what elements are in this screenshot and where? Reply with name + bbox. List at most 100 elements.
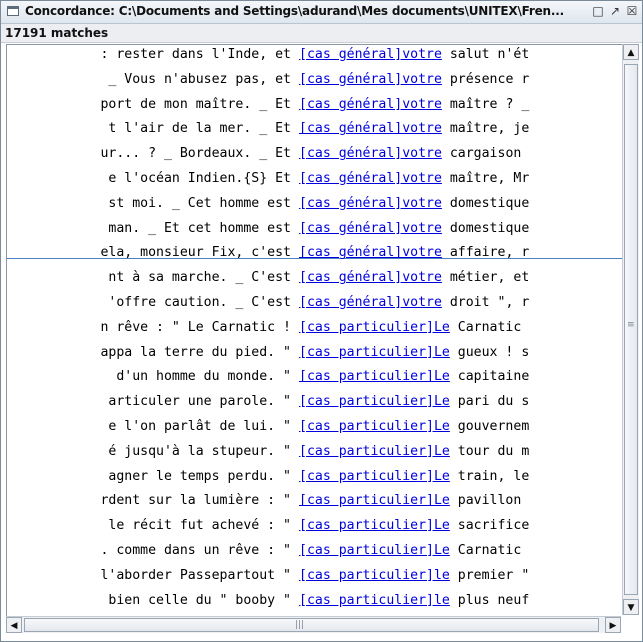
match-count-bar: 17191 matches xyxy=(1,24,642,43)
scroll-up-arrow[interactable]: ▲ xyxy=(623,44,639,60)
title-bar[interactable]: Concordance: C:\Documents and Settings\a… xyxy=(1,1,642,24)
left-context-text: é jusqu'à la stupeur. " xyxy=(108,443,291,459)
right-context: premier " xyxy=(449,567,530,583)
left-context-text: agner le temps perdu. " xyxy=(108,468,291,484)
vertical-scrollbar[interactable]: ▲ ≡ ▼ xyxy=(622,44,639,615)
left-context: nt à sa marche. _ C'est xyxy=(7,268,291,288)
concordance-row: st moi. _ Cet homme est [cas général]votr… xyxy=(7,194,622,214)
concordance-row: : rester dans l'Inde, et [cas général]vot… xyxy=(7,45,622,65)
right-context: droit ", r xyxy=(441,295,530,310)
horizontal-scroll-thumb[interactable]: ||| xyxy=(24,618,599,632)
left-context-text: articuler une parole. " xyxy=(108,394,291,410)
left-context-text: ela, monsieur Fix, c'est xyxy=(100,245,291,261)
right-context: maître ? _ xyxy=(441,96,530,112)
concordance-row: é jusqu'à la stupeur. " [cas particulier]… xyxy=(7,442,622,462)
concordance-row: d'un homme du monde. " [cas particulier]L… xyxy=(7,367,622,387)
match-link[interactable]: [cas particulier]Le xyxy=(299,543,450,558)
minimize-button[interactable]: □ xyxy=(591,4,605,18)
concordance-row: rdent sur la lumière : " [cas particulier… xyxy=(7,491,622,511)
match-link[interactable]: [cas particulier]Le xyxy=(299,419,450,434)
scroll-down-arrow[interactable]: ▼ xyxy=(623,599,639,615)
right-context: cargaison xyxy=(441,146,522,162)
scroll-left-arrow[interactable]: ◀ xyxy=(6,617,22,633)
left-context: ur... ? _ Bordeaux. _ Et xyxy=(7,144,291,164)
match-link[interactable]: [cas particulier]Le xyxy=(299,394,450,409)
horizontal-scrollbar[interactable]: ◀ ||| ▶ xyxy=(6,616,621,633)
match-link[interactable]: [cas général]votre xyxy=(299,171,442,186)
right-context: Carnatic xyxy=(449,543,522,558)
concordance-row: ur... ? _ Bordeaux. _ Et [cas général]vot… xyxy=(7,144,622,164)
left-context: n rêve : " Le Carnatic ! xyxy=(7,318,291,338)
match-link[interactable]: [cas particulier]Le xyxy=(299,469,450,484)
match-link[interactable]: [cas général]votre xyxy=(299,146,442,161)
match-link[interactable]: [cas général]votre xyxy=(299,121,442,136)
right-context: train, le xyxy=(449,468,530,484)
horizontal-grip-icon: ||| xyxy=(295,620,305,630)
concordance-row: e l'océan Indien.{S} Et [cas général]votr… xyxy=(7,169,622,189)
concordance-list[interactable]: : rester dans l'Inde, et [cas général]vot… xyxy=(6,44,622,616)
match-link[interactable]: [cas particulier]Le xyxy=(299,345,450,360)
left-context: appa la terre du pied. " xyxy=(7,343,291,363)
left-context: le récit fut achevé : " xyxy=(7,516,291,536)
match-link[interactable]: [cas particulier]Le xyxy=(299,493,450,508)
left-context-text: : rester dans l'Inde, et xyxy=(100,47,291,62)
left-context-text: 'offre caution. _ C'est xyxy=(108,295,291,310)
match-link[interactable]: [cas général]votre xyxy=(299,295,442,310)
left-context-text: rdent sur la lumière : " xyxy=(100,493,291,509)
left-context: d'un homme du monde. " xyxy=(7,367,291,387)
concordance-row: le récit fut achevé : " [cas particulier]… xyxy=(7,516,622,536)
match-link[interactable]: [cas particulier]Le xyxy=(299,369,450,384)
left-context-text: d'un homme du monde. " xyxy=(116,369,291,385)
window-icon xyxy=(7,6,19,16)
scroll-right-arrow[interactable]: ▶ xyxy=(605,617,621,633)
right-context: affaire, r xyxy=(441,245,530,261)
left-context-text: l'aborder Passepartout " xyxy=(100,567,291,583)
match-link[interactable]: [cas particulier]Le xyxy=(299,518,450,533)
left-context: bien celle du " booby " xyxy=(7,591,291,611)
match-link[interactable]: [cas général]votre xyxy=(299,97,442,112)
concordance-row: articuler une parole. " [cas particulier]… xyxy=(7,392,622,412)
right-context: sacrifice xyxy=(449,518,530,534)
concordance-row: man. _ Et cet homme est [cas général]votr… xyxy=(7,219,622,239)
match-link[interactable]: [cas particulier]Le xyxy=(299,320,450,335)
left-context: port de mon maître. _ Et xyxy=(7,95,291,115)
match-link[interactable]: [cas général]votre xyxy=(299,221,442,236)
match-count: 17191 matches xyxy=(5,26,109,40)
concordance-row: appa la terre du pied. " [cas particulier… xyxy=(7,343,622,363)
left-context-text: bien celle du " booby " xyxy=(108,592,291,608)
concordance-row: agner le temps perdu. " [cas particulier]… xyxy=(7,467,622,487)
right-context: pavillon xyxy=(449,493,522,509)
concordance-window: Concordance: C:\Documents and Settings\a… xyxy=(0,0,643,642)
concordance-row: _ Vous n'abusez pas, et [cas général]votr… xyxy=(7,70,622,90)
right-context: maître, je xyxy=(441,121,530,137)
right-context: maître, Mr xyxy=(441,171,530,186)
match-link[interactable]: [cas particulier]le xyxy=(299,593,450,608)
maximize-button[interactable]: ↗ xyxy=(608,4,622,18)
concordance-row: bien celle du " booby " [cas particulier]… xyxy=(7,591,622,611)
left-context: e l'océan Indien.{S} Et xyxy=(7,169,291,189)
match-link[interactable]: [cas général]votre xyxy=(299,270,442,285)
left-context-text: man. _ Et cet homme est xyxy=(108,220,291,236)
left-context: _ Vous n'abusez pas, et xyxy=(7,70,291,90)
match-link[interactable]: [cas général]votre xyxy=(299,196,442,211)
window-title: Concordance: C:\Documents and Settings\a… xyxy=(25,4,564,18)
left-context-text: le récit fut achevé : " xyxy=(108,518,291,534)
vertical-grip-icon: ≡ xyxy=(627,320,635,330)
match-link[interactable]: [cas particulier]Le xyxy=(299,444,450,459)
concordance-row: port de mon maître. _ Et [cas général]vot… xyxy=(7,95,622,115)
close-button[interactable]: ☒ xyxy=(625,4,639,18)
match-link[interactable]: [cas général]votre xyxy=(299,72,442,87)
vertical-scroll-thumb[interactable]: ≡ xyxy=(624,64,638,595)
match-link[interactable]: [cas particulier]le xyxy=(299,568,450,583)
right-context: Carnatic xyxy=(449,319,522,335)
left-context: e l'on parlât de lui. " xyxy=(7,417,291,437)
match-link[interactable]: [cas général]votre xyxy=(299,47,442,62)
right-context: gouvernem xyxy=(449,419,530,434)
left-context: 'offre caution. _ C'est xyxy=(7,293,291,313)
left-context-text: _ Vous n'abusez pas, et xyxy=(108,71,291,87)
match-link[interactable]: [cas général]votre xyxy=(299,245,442,260)
concordance-row: ela, monsieur Fix, c'est [cas général]vot… xyxy=(7,243,622,263)
left-context-text: e l'on parlât de lui. " xyxy=(108,419,291,434)
right-context: gueux ! s xyxy=(449,344,530,360)
right-context: salut n'ét xyxy=(441,47,530,62)
